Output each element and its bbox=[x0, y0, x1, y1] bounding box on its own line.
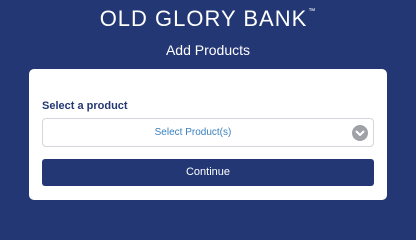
chevron-down-icon bbox=[352, 125, 368, 141]
bank-logo: OLD GLORY BANK™ bbox=[0, 6, 416, 32]
product-select-value: Select Product(s) bbox=[154, 127, 232, 138]
product-field-label: Select a product bbox=[42, 100, 128, 112]
page-title: Add Products bbox=[165, 42, 251, 58]
bank-name: OLD GLORY BANK bbox=[99, 6, 308, 31]
continue-button[interactable]: Continue bbox=[42, 159, 374, 186]
product-select[interactable]: Select Product(s) bbox=[42, 118, 374, 147]
trademark-mark: ™ bbox=[308, 8, 317, 15]
add-products-card: Select a product Select Product(s) Conti… bbox=[29, 69, 387, 200]
